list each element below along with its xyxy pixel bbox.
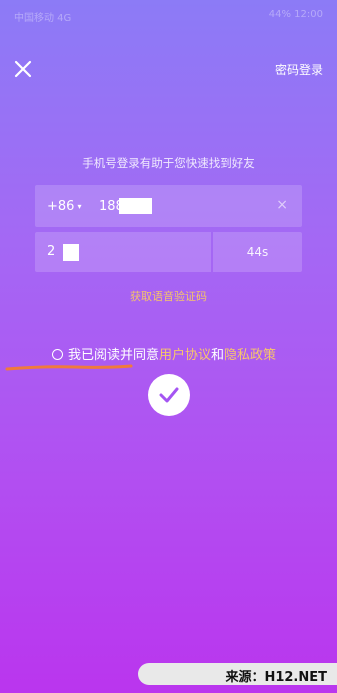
- verification-code-row: 2 44s: [35, 232, 302, 272]
- agreement-row: 我已阅读并同意用户协议和隐私政策: [52, 344, 276, 363]
- country-code-text: +86: [47, 199, 75, 214]
- agreement-and: 和: [211, 348, 225, 363]
- close-button[interactable]: [12, 58, 34, 80]
- agreement-prefix: 我已阅读并同意: [68, 348, 160, 363]
- annotation-underline: [5, 364, 133, 371]
- redaction-mask: [119, 198, 152, 214]
- source-watermark: 来源：H12.NET: [138, 663, 337, 685]
- code-input-value: 2: [47, 244, 56, 259]
- carrier-text: 中国移动 4G: [14, 13, 72, 24]
- resend-countdown-button[interactable]: 44s: [213, 232, 302, 272]
- watermark-text: 来源：H12.NET: [225, 670, 327, 685]
- agreement-radio[interactable]: [52, 349, 63, 360]
- login-hint-text: 手机号登录有助于您快速找到好友: [82, 156, 255, 170]
- password-login-link[interactable]: 密码登录: [275, 61, 323, 78]
- phone-input-row: +86 ▾ 188 ×: [35, 185, 302, 227]
- user-agreement-link[interactable]: 用户协议: [159, 348, 211, 363]
- privacy-policy-link[interactable]: 隐私政策: [224, 348, 276, 363]
- clear-icon[interactable]: ×: [276, 197, 288, 213]
- battery-time-text: 44% 12:00: [268, 9, 323, 20]
- check-icon: [159, 387, 179, 403]
- voice-code-link[interactable]: 获取语音验证码: [0, 288, 337, 304]
- submit-button[interactable]: [148, 374, 190, 416]
- code-input[interactable]: 2: [35, 232, 211, 272]
- close-icon: [14, 60, 32, 78]
- redaction-mask: [63, 244, 79, 261]
- status-bar: 中国移动 4G 44% 12:00: [0, 0, 337, 30]
- chevron-down-icon: ▾: [77, 202, 82, 211]
- country-code-selector[interactable]: +86 ▾: [47, 199, 81, 214]
